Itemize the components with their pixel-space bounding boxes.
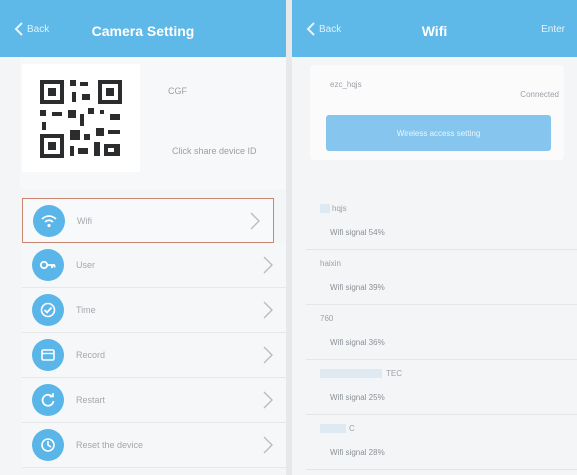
menu-item-wifi[interactable]: Wifi xyxy=(22,198,274,243)
menu-item-time[interactable]: Time xyxy=(22,288,286,333)
wifi-network-name: 760 xyxy=(320,314,334,323)
menu-item-label: Time xyxy=(76,305,96,315)
reset-icon xyxy=(32,429,64,461)
menu-item-record[interactable]: Record xyxy=(22,333,286,378)
wifi-network-name: TEC xyxy=(320,369,402,379)
menu-item-user[interactable]: User xyxy=(22,243,286,288)
redacted-block xyxy=(320,369,382,379)
wifi-signal-text: Wifi signal 39% xyxy=(330,283,385,292)
settings-menu: Wifi User Time Record Restart Reset the … xyxy=(22,198,286,468)
share-device-id-link[interactable]: Click share device ID xyxy=(172,146,257,156)
wifi-network-item[interactable]: C Wifi signal 28% xyxy=(306,415,577,470)
wifi-signal-text: Wifi signal 36% xyxy=(330,338,385,347)
chevron-right-icon xyxy=(263,256,273,274)
chevron-right-icon xyxy=(263,391,273,409)
menu-item-label: Wifi xyxy=(77,216,92,226)
wifi-network-item[interactable]: 760 Wifi signal 36% xyxy=(306,305,577,360)
menu-item-restart[interactable]: Restart xyxy=(22,378,286,423)
menu-item-reset-device[interactable]: Reset the device xyxy=(22,423,286,468)
wifi-network-name: haixin xyxy=(320,259,341,268)
connected-ssid: ezc_hqjs xyxy=(330,80,362,89)
wifi-ssid-text: C xyxy=(349,424,355,433)
wifi-signal-text: Wifi signal 25% xyxy=(330,393,385,402)
wifi-ssid-text: hqjs xyxy=(332,204,347,213)
enter-button[interactable]: Enter xyxy=(541,24,565,35)
redacted-block xyxy=(320,204,330,214)
connection-status: Connected xyxy=(520,90,559,99)
device-qr-code[interactable] xyxy=(22,64,140,172)
wifi-ssid-text: TEC xyxy=(386,369,402,378)
page-title: Wifi xyxy=(421,23,448,39)
restart-icon xyxy=(32,384,64,416)
wifi-network-item[interactable]: TEC Wifi signal 25% xyxy=(306,360,577,415)
camera-setting-screen: Back Camera Setting CGF Click share devi… xyxy=(0,0,286,475)
wifi-icon xyxy=(33,205,65,237)
wifi-header: Back Wifi Enter xyxy=(292,0,577,57)
wifi-network-item[interactable]: hqjs Wifi signal 54% xyxy=(306,195,577,250)
wifi-network-name: C xyxy=(320,424,355,434)
wifi-screen: Back Wifi Enter ezc_hqjs Connected Wirel… xyxy=(292,0,577,475)
camera-id-text: CGF xyxy=(168,86,187,96)
qr-code-icon xyxy=(22,64,140,172)
chevron-right-icon xyxy=(263,346,273,364)
chevron-right-icon xyxy=(263,436,273,454)
chevron-right-icon xyxy=(263,301,273,319)
wireless-access-setting-button[interactable]: Wireless access setting xyxy=(326,115,551,151)
clock-check-icon xyxy=(32,294,64,326)
chevron-right-icon xyxy=(250,212,260,230)
menu-item-label: Record xyxy=(76,350,106,360)
wifi-network-name: hqjs xyxy=(320,204,347,214)
wifi-network-list: hqjs Wifi signal 54% haixin Wifi signal … xyxy=(306,195,577,470)
wifi-network-item[interactable]: haixin Wifi signal 39% xyxy=(306,250,577,305)
key-icon xyxy=(32,249,64,281)
camera-setting-header: Back Camera Setting xyxy=(0,0,286,57)
page-title: Camera Setting xyxy=(91,23,195,39)
menu-item-label: Reset the device xyxy=(76,440,144,450)
record-icon xyxy=(32,339,64,371)
menu-item-label: Restart xyxy=(76,395,106,405)
wifi-signal-text: Wifi signal 54% xyxy=(330,228,385,237)
redacted-block xyxy=(320,424,346,434)
wifi-signal-text: Wifi signal 28% xyxy=(330,448,385,457)
menu-item-label: User xyxy=(76,260,96,270)
